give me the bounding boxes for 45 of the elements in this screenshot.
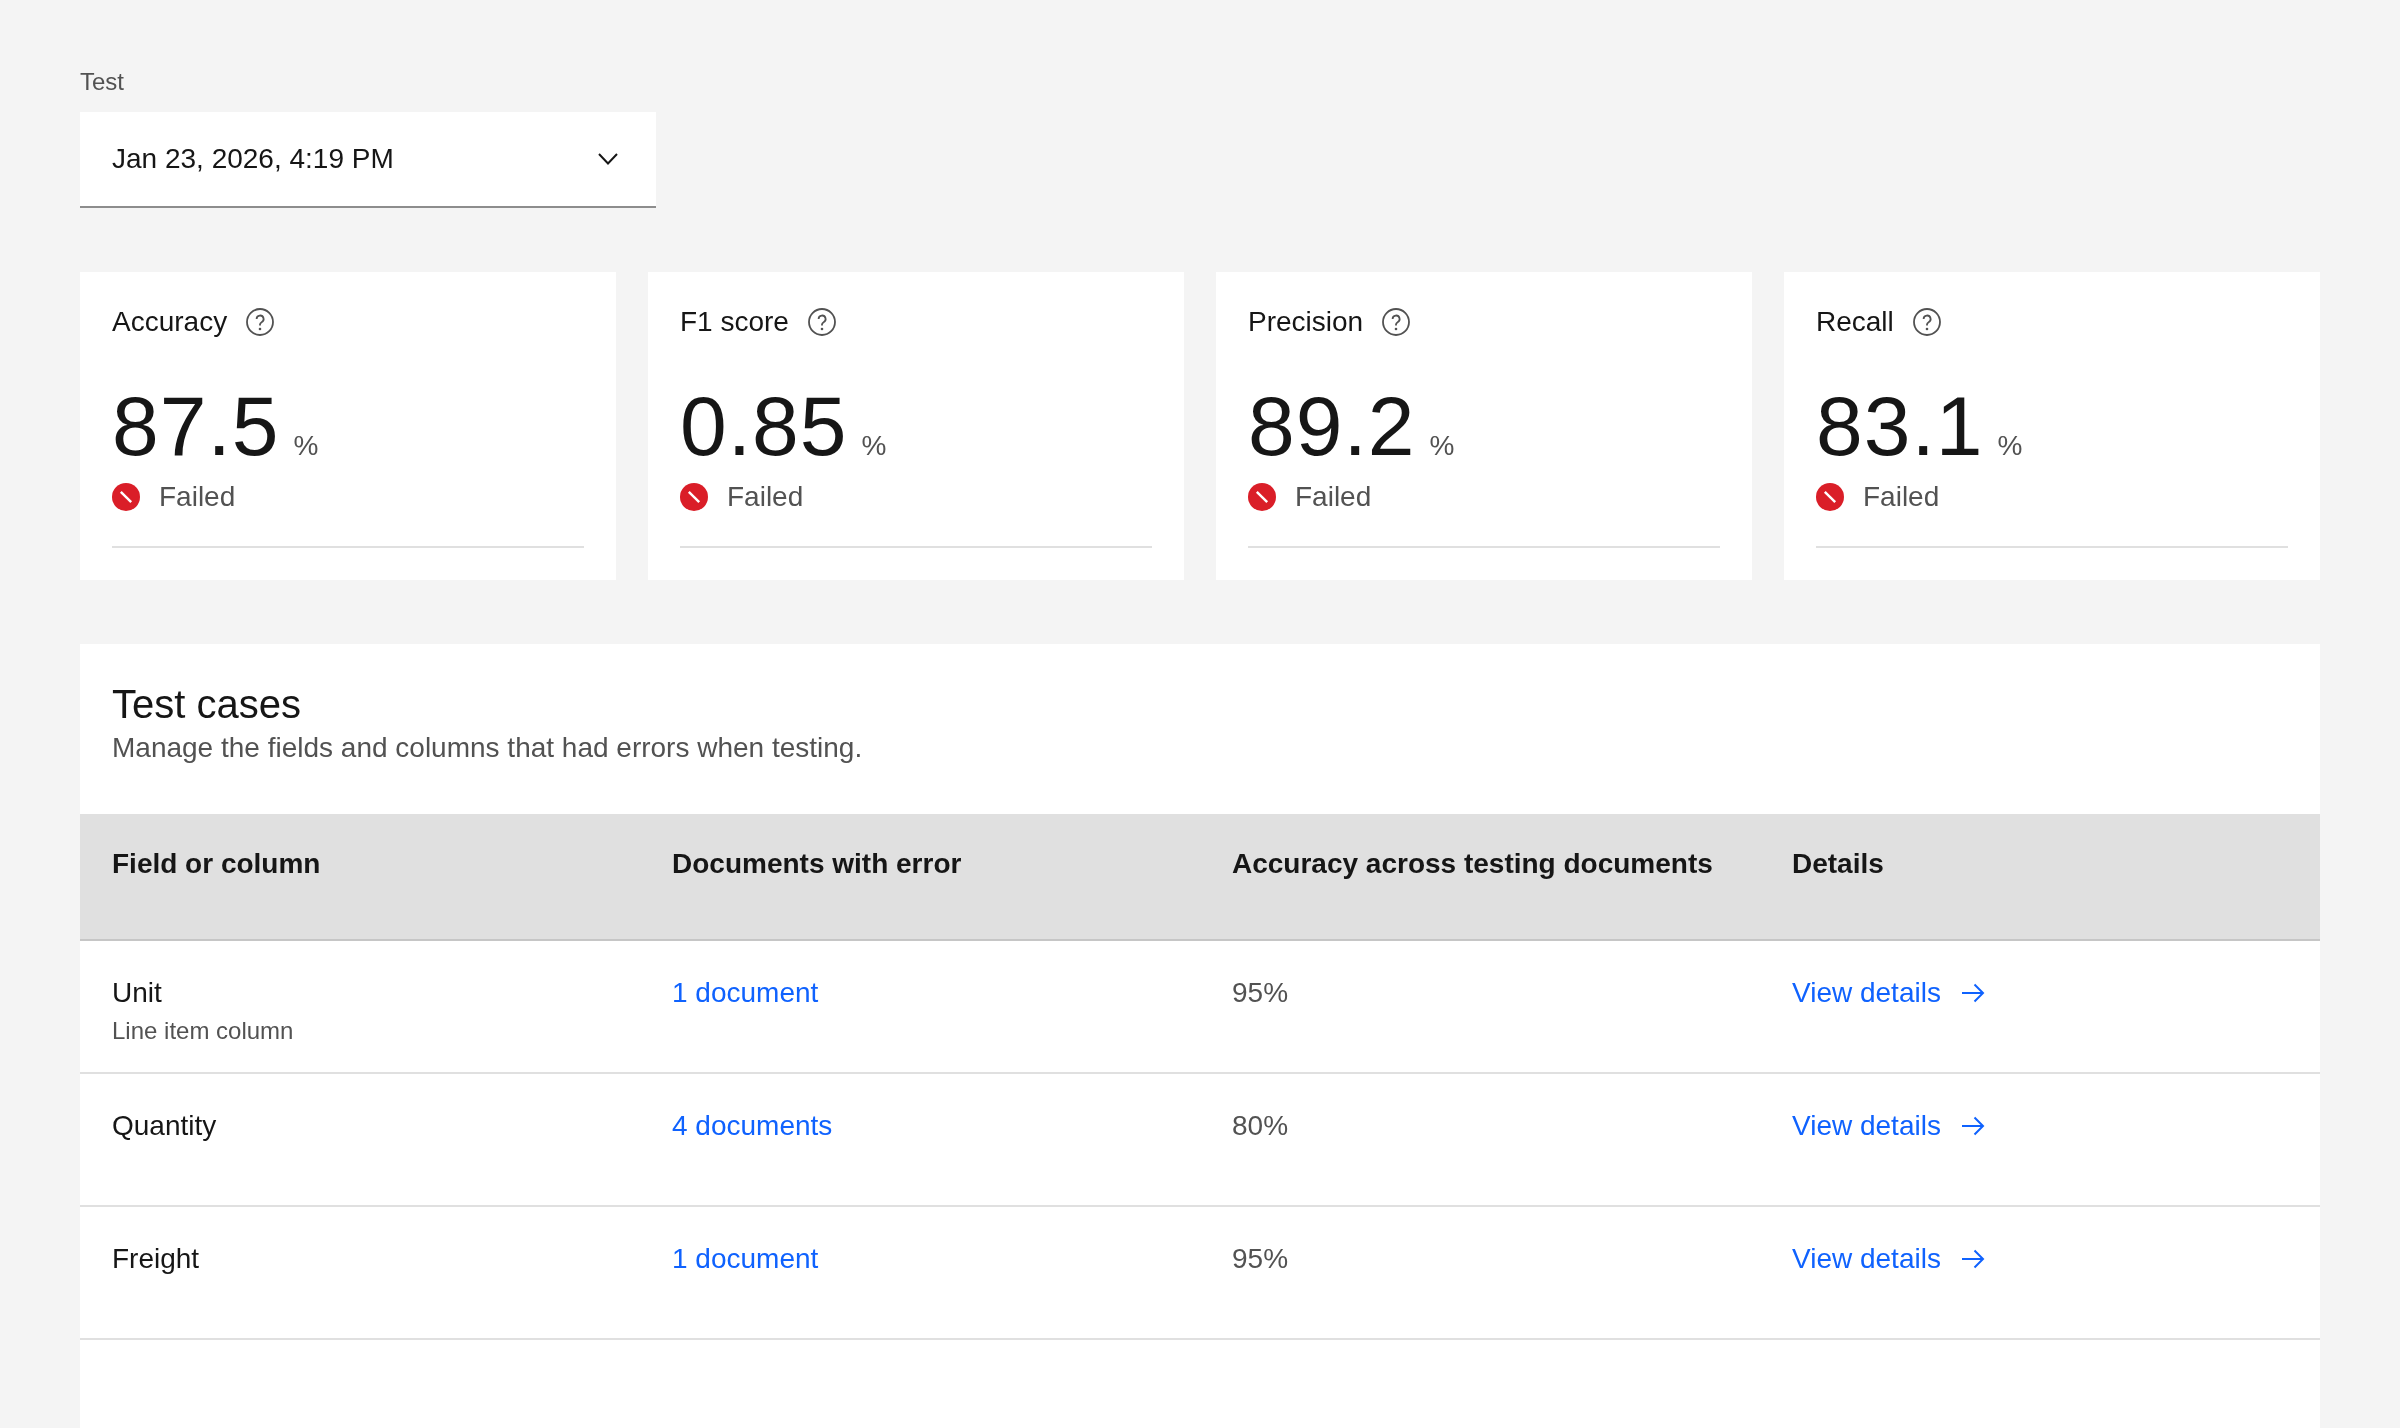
column-header: Documents with error	[672, 847, 962, 881]
metric-title: Accuracy	[112, 305, 228, 339]
section-description: Manage the fields and columns that had errors when testing.	[112, 731, 863, 765]
metric-title: F1 score	[680, 305, 789, 339]
metric-unit: %	[861, 429, 887, 463]
status-label: Failed	[1863, 480, 1940, 514]
column-header: Details	[1792, 847, 1884, 881]
view-details-link[interactable]: View details	[1792, 1108, 1985, 1144]
help-icon[interactable]	[1382, 308, 1411, 336]
table-cell-text: 95%	[1232, 1242, 1289, 1276]
field-name: Quantity	[112, 1109, 217, 1143]
field-name: Freight	[112, 1242, 200, 1276]
column-header: Field or column	[112, 847, 321, 881]
arrow-right-icon	[1960, 1116, 1985, 1136]
view-details-link[interactable]: View details	[1792, 975, 1985, 1011]
documents-link[interactable]: 4 documents	[672, 1108, 833, 1144]
status-label: Failed	[159, 480, 236, 514]
chevron-down-icon	[598, 153, 618, 165]
column-header: Accuracy across testing documents	[1232, 847, 1713, 881]
metric-value: 89.2	[1248, 384, 1416, 468]
metric-title: Precision	[1248, 305, 1364, 339]
arrow-right-icon	[1960, 1249, 1985, 1269]
metric-value: 83.1	[1816, 384, 1984, 468]
table-cell-text: 95%	[1232, 976, 1289, 1010]
metric-title: Recall	[1816, 305, 1894, 339]
section-title: Test cases	[112, 681, 301, 728]
status-label: Failed	[727, 480, 804, 514]
status-label: Failed	[1295, 480, 1372, 514]
field-name: Unit	[112, 976, 162, 1010]
documents-link[interactable]: 1 document	[672, 975, 819, 1011]
metric-unit: %	[293, 429, 319, 463]
help-icon[interactable]	[1912, 308, 1941, 336]
documents-link[interactable]: 1 document	[672, 1241, 819, 1277]
help-icon[interactable]	[807, 308, 836, 336]
dropdown-label: Test	[80, 67, 124, 97]
view-details-link[interactable]: View details	[1792, 1241, 1985, 1277]
field-type: Line item column	[112, 1016, 294, 1046]
metric-value: 87.5	[112, 384, 280, 468]
table-cell-text: 80%	[1232, 1109, 1289, 1143]
metric-unit: %	[1997, 429, 2023, 463]
test-dropdown[interactable]: Jan 23, 2026, 4:19 PM	[80, 112, 656, 208]
metric-unit: %	[1429, 429, 1455, 463]
help-icon[interactable]	[246, 308, 275, 336]
metric-value: 0.85	[680, 384, 848, 468]
arrow-right-icon	[1960, 983, 1985, 1003]
